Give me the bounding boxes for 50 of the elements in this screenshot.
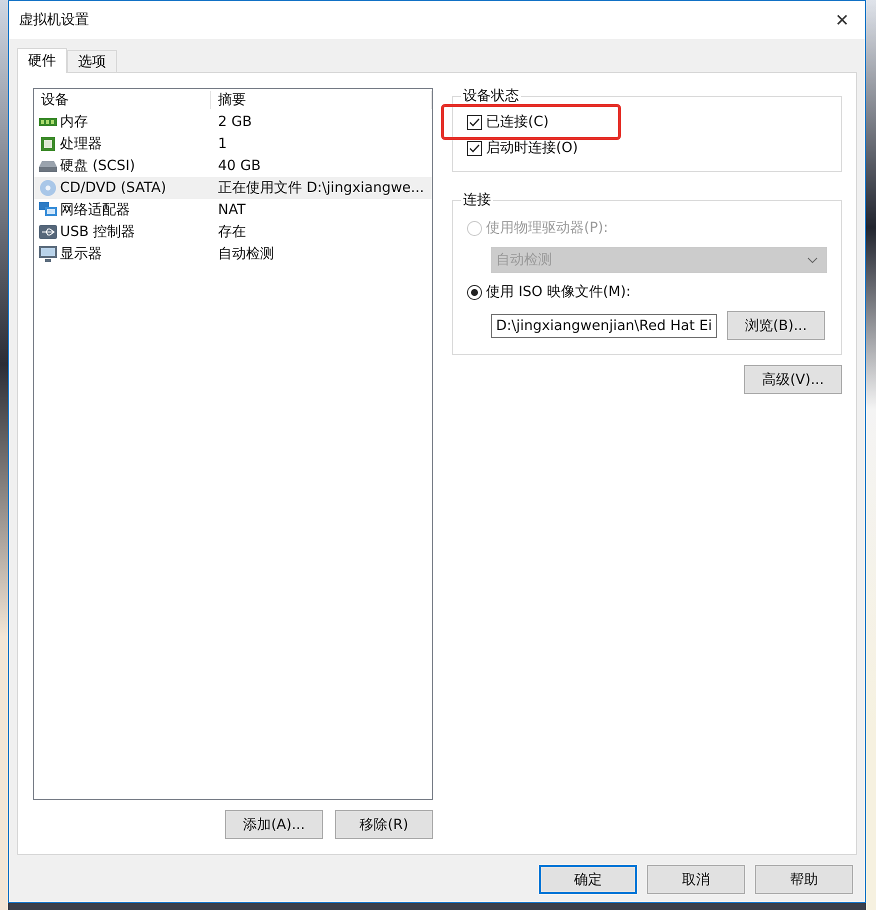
dialog-button[interactable]: 帮助 [755, 865, 853, 894]
checkbox[interactable] [467, 114, 482, 130]
device-row[interactable]: 网络适配器 NAT [34, 199, 432, 221]
device-row[interactable]: 显示器 自动检测 [34, 243, 432, 265]
device-summary: 40 GB [217, 158, 262, 174]
add-button[interactable]: 添加(A)... [225, 810, 323, 839]
chip-icon [38, 135, 58, 153]
device-name: 处理器 [60, 135, 102, 153]
device-summary: 正在使用文件 D:\jingxiangwe... [217, 179, 426, 197]
device-name: USB 控制器 [60, 223, 136, 241]
device-row[interactable]: 处理器 1 [34, 133, 432, 155]
radio-label: 使用 ISO 映像文件(M): [486, 283, 631, 301]
iso-path-dropdown[interactable]: D:\jingxiangwenjian\Red Hat Ei [491, 314, 717, 338]
column-header[interactable]: 设备 [34, 91, 211, 109]
device-summary: NAT [217, 202, 247, 218]
device-row[interactable]: CD/DVD (SATA) 正在使用文件 D:\jingxiangwe... [34, 177, 432, 199]
device-name: 网络适配器 [60, 201, 130, 219]
network-icon [38, 201, 58, 219]
browse-button[interactable]: 浏览(B)... [727, 311, 825, 340]
close-button[interactable]: ✕ [829, 10, 855, 30]
caret-icon [807, 256, 818, 264]
checkbox-label: 启动时连接(O) [486, 139, 578, 157]
device-summary: 存在 [217, 223, 247, 241]
group-title: 设备状态 [461, 87, 521, 105]
device-summary: 2 GB [217, 114, 253, 130]
column-header[interactable]: 摘要 [211, 91, 432, 109]
device-summary: 自动检测 [217, 245, 275, 263]
window-title: 虚拟机设置 [19, 11, 89, 29]
advanced-button[interactable]: 高级(V)... [744, 365, 842, 394]
usb-icon [38, 223, 58, 241]
dialog-button[interactable]: 确定 [539, 865, 637, 894]
device-name: 内存 [60, 113, 88, 131]
radio-button[interactable] [467, 284, 482, 300]
remove-button[interactable]: 移除(R) [335, 810, 433, 839]
device-summary: 1 [217, 136, 228, 152]
dialog-button[interactable]: 取消 [647, 865, 745, 894]
device-row[interactable]: 内存 2 GB [34, 111, 432, 133]
group-title: 连接 [461, 191, 493, 209]
device-row[interactable]: 硬盘 (SCSI) 40 GB [34, 155, 432, 177]
tab[interactable]: 硬件 [17, 48, 67, 73]
device-name: 显示器 [60, 245, 102, 263]
device-name: 硬盘 (SCSI) [60, 157, 136, 175]
device-row[interactable]: USB 控制器 存在 [34, 221, 432, 243]
device-name: CD/DVD (SATA) [60, 180, 166, 196]
checkbox[interactable] [467, 140, 482, 156]
tab[interactable]: 选项 [67, 50, 117, 72]
disc-icon [38, 179, 58, 197]
radio-label: 使用物理驱动器(P): [486, 219, 608, 237]
monitor-icon [38, 245, 58, 263]
checkbox-label: 已连接(C) [486, 113, 549, 131]
